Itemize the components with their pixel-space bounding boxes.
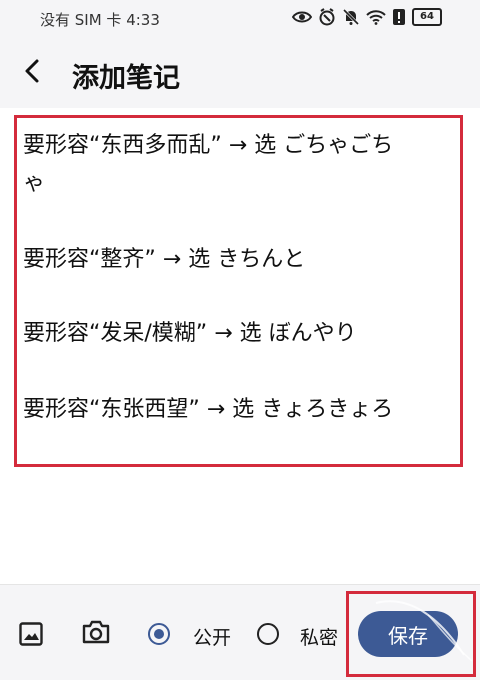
- alarm-icon: [318, 8, 336, 26]
- note-highlight-box: 要形容“东西多而乱” → 选 ごちゃごち ゃ 要形容“整齐” → 选 きちんと …: [14, 115, 463, 467]
- note-line-3: 要形容“发呆/模糊” → 选 ぼんやり: [23, 321, 357, 346]
- battery-icon: 64: [412, 8, 442, 26]
- alert-icon: [392, 8, 406, 26]
- add-note-screen: 没有 SIM 卡 4:33 64 添加笔记 要形容“东西多而乱” → 选 ごちゃ…: [0, 0, 480, 680]
- wifi-icon: [366, 9, 386, 25]
- visibility-private-radio[interactable]: [257, 623, 279, 645]
- eye-icon: [292, 9, 312, 25]
- note-line-4: 要形容“东张西望” → 选 きょろきょろ: [23, 397, 394, 422]
- note-line-2: 要形容“整齐” → 选 きちんと: [23, 247, 306, 272]
- visibility-public-label[interactable]: 公开: [193, 623, 231, 650]
- bottom-toolbar: 公开 私密 保存: [0, 584, 480, 680]
- chevron-left-icon: [25, 59, 39, 83]
- visibility-private-label[interactable]: 私密: [300, 623, 338, 650]
- visibility-public-radio[interactable]: [148, 623, 170, 645]
- back-button[interactable]: [18, 56, 48, 86]
- note-line-1: 要形容“东西多而乱” → 选 ごちゃごち: [23, 133, 394, 158]
- header-bar: 添加笔记: [0, 36, 480, 108]
- note-line-1-wrap: ゃ: [23, 171, 46, 196]
- status-carrier-time: 没有 SIM 卡 4:33: [40, 11, 160, 29]
- status-bar: 没有 SIM 卡 4:33 64: [0, 0, 480, 36]
- note-editor[interactable]: 要形容“东西多而乱” → 选 ごちゃごち ゃ 要形容“整齐” → 选 きちんと …: [0, 108, 480, 584]
- page-title: 添加笔记: [72, 63, 180, 94]
- save-button[interactable]: 保存: [358, 611, 458, 657]
- camera-icon[interactable]: [82, 619, 110, 649]
- mute-icon: [342, 8, 360, 26]
- image-icon[interactable]: [19, 622, 43, 650]
- status-icons: 64: [292, 8, 442, 26]
